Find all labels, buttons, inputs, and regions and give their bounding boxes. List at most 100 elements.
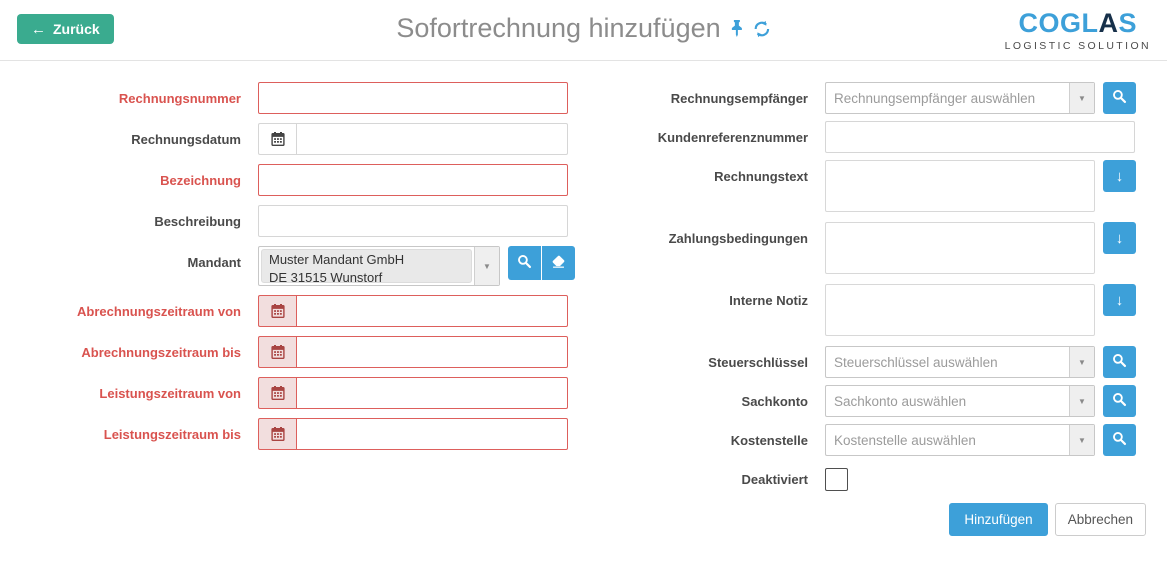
field-zahlungsbedingungen: Zahlungsbedingungen ↓	[635, 222, 1135, 274]
leistungszeitraum-von-label: Leistungszeitraum von	[18, 377, 258, 402]
field-abrechnungszeitraum-von: Abrechnungszeitraum von	[18, 295, 570, 327]
deaktiviert-label: Deaktiviert	[635, 463, 825, 488]
field-abrechnungszeitraum-bis: Abrechnungszeitraum bis	[18, 336, 570, 368]
sachkonto-select[interactable]: Sachkonto auswählen ▼	[825, 385, 1095, 417]
sachkonto-search-button[interactable]	[1103, 385, 1136, 417]
interne-notiz-textarea[interactable]	[825, 284, 1095, 336]
field-leistungszeitraum-von: Leistungszeitraum von	[18, 377, 570, 409]
mandant-clear-button[interactable]	[542, 246, 575, 280]
beschreibung-label: Beschreibung	[18, 205, 258, 230]
coglas-logo: COGLAS LOGISTIC SOLUTION	[1005, 9, 1151, 52]
abrechnungszeitraum-bis-input[interactable]	[296, 336, 568, 368]
field-rechnungsempfaenger: Rechnungsempfänger Rechnungsempfänger au…	[635, 82, 1135, 114]
eraser-icon	[551, 254, 566, 272]
bezeichnung-label: Bezeichnung	[18, 164, 258, 189]
chevron-down-icon[interactable]: ▼	[474, 247, 499, 285]
cancel-button[interactable]: Abbrechen	[1055, 503, 1146, 536]
field-sachkonto: Sachkonto Sachkonto auswählen ▼	[635, 385, 1135, 417]
chevron-down-icon[interactable]: ▼	[1069, 386, 1094, 416]
back-button-label: Zurück	[53, 21, 100, 37]
calendar-icon[interactable]	[258, 295, 296, 327]
zahlungsbedingungen-insert-button[interactable]: ↓	[1103, 222, 1136, 254]
steuerschluessel-select[interactable]: Steuerschlüssel auswählen ▼	[825, 346, 1095, 378]
leistungszeitraum-bis-label: Leistungszeitraum bis	[18, 418, 258, 443]
chevron-down-icon[interactable]: ▼	[1069, 425, 1094, 455]
form-column-left: Rechnungsnummer Rechnungsdatum Bezeichnu…	[18, 82, 570, 498]
rechnungsdatum-label: Rechnungsdatum	[18, 123, 258, 148]
chevron-down-icon[interactable]: ▼	[1069, 83, 1094, 113]
leistungszeitraum-von-input[interactable]	[296, 377, 568, 409]
sofortrechnung-add-page: ← Zurück Sofortrechnung hinzufügen	[0, 0, 1167, 563]
arrow-down-icon: ↓	[1116, 169, 1124, 184]
field-kostenstelle: Kostenstelle Kostenstelle auswählen ▼	[635, 424, 1135, 456]
kostenstelle-placeholder: Kostenstelle auswählen	[826, 425, 1069, 455]
rechnungsempfaenger-search-button[interactable]	[1103, 82, 1136, 114]
abrechnungszeitraum-von-input[interactable]	[296, 295, 568, 327]
mandant-search-button[interactable]	[508, 246, 541, 280]
rechnungsempfaenger-select[interactable]: Rechnungsempfänger auswählen ▼	[825, 82, 1095, 114]
footer-actions: Hinzufügen Abbrechen	[949, 503, 1146, 536]
page-title-area: Sofortrechnung hinzufügen	[396, 13, 770, 44]
submit-button[interactable]: Hinzufügen	[949, 503, 1047, 536]
deaktiviert-checkbox[interactable]	[825, 468, 848, 491]
abrechnungszeitraum-bis-label: Abrechnungszeitraum bis	[18, 336, 258, 361]
kundenreferenznummer-input[interactable]	[825, 121, 1135, 153]
kostenstelle-search-button[interactable]	[1103, 424, 1136, 456]
search-icon	[1112, 431, 1127, 449]
field-interne-notiz: Interne Notiz ↓	[635, 284, 1135, 336]
bezeichnung-input[interactable]	[258, 164, 568, 196]
back-button[interactable]: ← Zurück	[17, 14, 114, 44]
field-beschreibung: Beschreibung	[18, 205, 570, 237]
beschreibung-input[interactable]	[258, 205, 568, 237]
rechnungstext-insert-button[interactable]: ↓	[1103, 160, 1136, 192]
form-column-right: Rechnungsempfänger Rechnungsempfänger au…	[635, 82, 1135, 498]
mandant-label: Mandant	[18, 246, 258, 271]
field-deaktiviert: Deaktiviert	[635, 463, 1135, 491]
mandant-select[interactable]: Muster Mandant GmbH DE 31515 Wunstorf ▼	[258, 246, 500, 286]
chevron-down-icon[interactable]: ▼	[1069, 347, 1094, 377]
calendar-icon[interactable]	[258, 123, 296, 155]
search-icon	[517, 254, 532, 272]
field-kundenreferenznummer: Kundenreferenznummer	[635, 121, 1135, 153]
sachkonto-placeholder: Sachkonto auswählen	[826, 386, 1069, 416]
steuerschluessel-placeholder: Steuerschlüssel auswählen	[826, 347, 1069, 377]
logo-subtitle: LOGISTIC SOLUTION	[1005, 40, 1151, 52]
header-bar: ← Zurück Sofortrechnung hinzufügen	[0, 0, 1167, 61]
field-leistungszeitraum-bis: Leistungszeitraum bis	[18, 418, 570, 450]
rechnungstext-label: Rechnungstext	[635, 160, 825, 185]
interne-notiz-label: Interne Notiz	[635, 284, 825, 309]
pin-icon[interactable]	[730, 20, 744, 37]
leistungszeitraum-bis-input[interactable]	[296, 418, 568, 450]
zahlungsbedingungen-textarea[interactable]	[825, 222, 1095, 274]
form-area: Rechnungsnummer Rechnungsdatum Bezeichnu…	[0, 61, 1167, 498]
page-title: Sofortrechnung hinzufügen	[396, 13, 720, 44]
mandant-selected-value: Muster Mandant GmbH DE 31515 Wunstorf	[261, 249, 472, 283]
search-icon	[1112, 392, 1127, 410]
calendar-icon[interactable]	[258, 418, 296, 450]
interne-notiz-insert-button[interactable]: ↓	[1103, 284, 1136, 316]
rechnungsnummer-input[interactable]	[258, 82, 568, 114]
arrow-left-icon: ←	[31, 22, 46, 37]
rechnungsnummer-label: Rechnungsnummer	[18, 82, 258, 107]
kostenstelle-select[interactable]: Kostenstelle auswählen ▼	[825, 424, 1095, 456]
kostenstelle-label: Kostenstelle	[635, 424, 825, 449]
steuerschluessel-search-button[interactable]	[1103, 346, 1136, 378]
field-steuerschluessel: Steuerschlüssel Steuerschlüssel auswähle…	[635, 346, 1135, 378]
rechnungstext-textarea[interactable]	[825, 160, 1095, 212]
rechnungsdatum-input[interactable]	[296, 123, 568, 155]
calendar-icon[interactable]	[258, 377, 296, 409]
arrow-down-icon: ↓	[1116, 231, 1124, 246]
rechnungsempfaenger-label: Rechnungsempfänger	[635, 82, 825, 107]
sachkonto-label: Sachkonto	[635, 385, 825, 410]
field-bezeichnung: Bezeichnung	[18, 164, 570, 196]
rechnungsempfaenger-placeholder: Rechnungsempfänger auswählen	[826, 83, 1069, 113]
steuerschluessel-label: Steuerschlüssel	[635, 346, 825, 371]
abrechnungszeitraum-von-label: Abrechnungszeitraum von	[18, 295, 258, 320]
refresh-icon[interactable]	[753, 20, 771, 38]
logo-wordmark: COGLAS	[1005, 9, 1151, 39]
calendar-icon[interactable]	[258, 336, 296, 368]
field-rechnungsdatum: Rechnungsdatum	[18, 123, 570, 155]
field-mandant: Mandant Muster Mandant GmbH DE 31515 Wun…	[18, 246, 570, 286]
arrow-down-icon: ↓	[1116, 293, 1124, 308]
zahlungsbedingungen-label: Zahlungsbedingungen	[635, 222, 825, 247]
